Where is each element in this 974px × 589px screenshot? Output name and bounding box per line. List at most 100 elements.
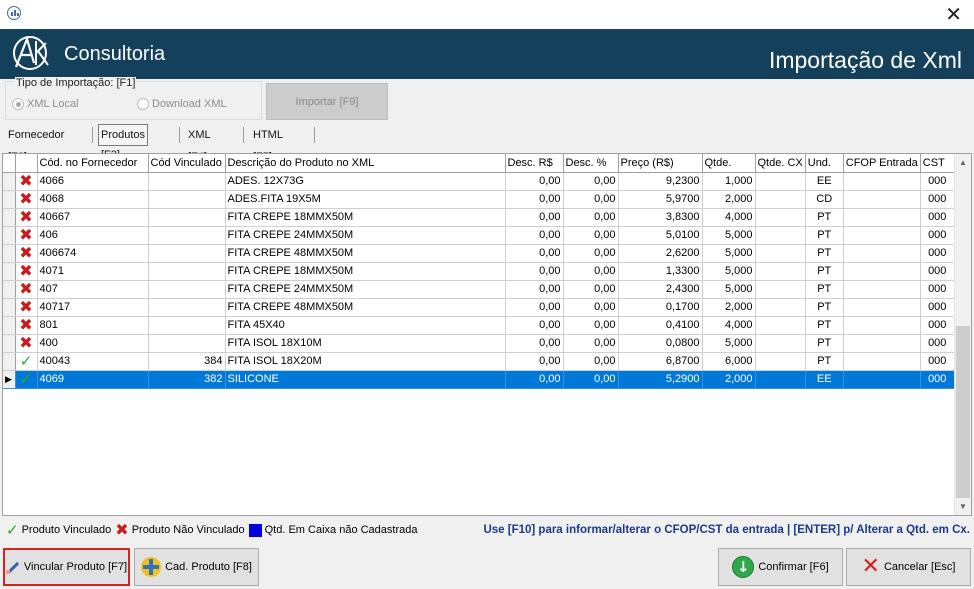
cell-preco[interactable]: 3,8300 [618, 208, 703, 227]
cell-cod-fornecedor[interactable]: 4068 [37, 190, 149, 209]
cell-cfop[interactable] [843, 172, 921, 191]
cell-descricao[interactable]: ADES.FITA 19X5M [225, 190, 506, 209]
cell-preco[interactable]: 2,4300 [618, 280, 703, 299]
cell-cod-fornecedor[interactable]: 406674 [37, 244, 149, 263]
cell-cod-fornecedor[interactable]: 40043 [37, 352, 149, 371]
close-window-icon[interactable]: ✕ [945, 2, 962, 26]
table-row[interactable]: ✖ 40667 FITA CREPE 18MMX50M 0,00 0,00 3,8300 4… [3, 208, 955, 227]
cell-qtde-cx[interactable] [755, 370, 806, 389]
cell-descricao[interactable]: FITA CREPE 18MMX50M [225, 262, 506, 281]
cell-descricao[interactable]: FITA CREPE 48MMX50M [225, 244, 506, 263]
cell-cod-fornecedor[interactable]: 400 [37, 334, 149, 353]
cell-cst[interactable]: 000 [920, 226, 955, 245]
cell-cst[interactable]: 000 [920, 352, 955, 371]
cell-und[interactable]: PT [805, 334, 844, 353]
cell-qtde-cx[interactable] [755, 280, 806, 299]
cell-qtde-cx[interactable] [755, 316, 806, 335]
radio-download-xml[interactable]: Download XML [137, 98, 227, 110]
column-header-cfop[interactable]: CFOP Entrada [843, 154, 921, 173]
row-indicator[interactable] [3, 262, 16, 281]
cell-preco[interactable]: 1,3300 [618, 262, 703, 281]
row-indicator[interactable] [3, 172, 16, 191]
cell-cst[interactable]: 000 [920, 334, 955, 353]
cell-desc-rs[interactable]: 0,00 [505, 370, 564, 389]
cell-desc-rs[interactable]: 0,00 [505, 226, 564, 245]
cell-desc-pct[interactable]: 0,00 [563, 244, 619, 263]
cell-und[interactable]: PT [805, 298, 844, 317]
cell-cod-fornecedor[interactable]: 40717 [37, 298, 149, 317]
tab-fornecedor[interactable]: Fornecedor [F2] [6, 124, 66, 163]
cell-cst[interactable]: 000 [920, 244, 955, 263]
table-row[interactable]: ✖ 407 FITA CREPE 24MMX50M 0,00 0,00 2,4300 5,0… [3, 280, 955, 299]
row-indicator[interactable] [3, 244, 16, 263]
link-product-button[interactable]: Vincular Produto [F7] [3, 548, 130, 586]
column-header-descricao[interactable]: Descrição do Produto no XML [225, 154, 506, 173]
cell-descricao[interactable]: FITA CREPE 24MMX50M [225, 280, 506, 299]
cell-descricao[interactable]: FITA ISOL 18X20M [225, 352, 506, 371]
cell-cst[interactable]: 000 [920, 262, 955, 281]
cell-desc-rs[interactable]: 0,00 [505, 352, 564, 371]
cell-cod-fornecedor[interactable]: 406 [37, 226, 149, 245]
cell-und[interactable]: PT [805, 244, 844, 263]
cell-cod-fornecedor[interactable]: 40667 [37, 208, 149, 227]
cell-cfop[interactable] [843, 352, 921, 371]
cell-cod-vinculado[interactable] [148, 334, 226, 353]
cell-qtde[interactable]: 5,000 [702, 334, 756, 353]
column-header-qtde-cx[interactable]: Qtde. CX [755, 154, 806, 173]
tab-xml[interactable]: XML [F4] [186, 124, 212, 163]
cell-desc-rs[interactable]: 0,00 [505, 262, 564, 281]
row-indicator[interactable] [3, 334, 16, 353]
scroll-up-arrow-icon[interactable]: ▲ [955, 154, 971, 171]
cell-descricao[interactable]: FITA CREPE 48MMX50M [225, 298, 506, 317]
cell-cod-vinculado[interactable] [148, 262, 226, 281]
cell-qtde[interactable]: 5,000 [702, 262, 756, 281]
cell-cod-vinculado[interactable] [148, 316, 226, 335]
cell-cod-vinculado[interactable]: 384 [148, 352, 226, 371]
register-product-button[interactable]: Cad. Produto [F8] [134, 548, 259, 586]
cell-qtde-cx[interactable] [755, 352, 806, 371]
cell-desc-pct[interactable]: 0,00 [563, 172, 619, 191]
column-header-desc-rs[interactable]: Desc. R$ [505, 154, 564, 173]
cell-cod-fornecedor[interactable]: 4069 [37, 370, 149, 389]
cell-und[interactable]: EE [805, 370, 844, 389]
cell-qtde[interactable]: 6,000 [702, 352, 756, 371]
cell-desc-pct[interactable]: 0,00 [563, 226, 619, 245]
row-indicator[interactable] [3, 190, 16, 209]
cell-desc-rs[interactable]: 0,00 [505, 334, 564, 353]
column-header-qtde[interactable]: Qtde. [702, 154, 756, 173]
cell-cst[interactable]: 000 [920, 298, 955, 317]
cell-cod-fornecedor[interactable]: 4071 [37, 262, 149, 281]
cell-qtde-cx[interactable] [755, 190, 806, 209]
row-indicator[interactable] [3, 208, 16, 227]
cell-cod-vinculado[interactable] [148, 172, 226, 191]
cell-cfop[interactable] [843, 208, 921, 227]
cell-status[interactable]: ✖ [15, 244, 38, 263]
cell-cfop[interactable] [843, 298, 921, 317]
cell-status[interactable]: ✖ [15, 172, 38, 191]
cell-status[interactable]: ✓ [15, 352, 38, 371]
cell-cod-vinculado[interactable] [148, 208, 226, 227]
cell-cst[interactable]: 000 [920, 208, 955, 227]
cell-descricao[interactable]: FITA ISOL 18X10M [225, 334, 506, 353]
cancel-button[interactable]: ✕ Cancelar [Esc] [846, 548, 971, 586]
cell-preco[interactable]: 5,0100 [618, 226, 703, 245]
row-indicator[interactable] [3, 280, 16, 299]
cell-und[interactable]: PT [805, 316, 844, 335]
cell-cfop[interactable] [843, 316, 921, 335]
cell-status[interactable]: ✖ [15, 190, 38, 209]
cell-cst[interactable]: 000 [920, 172, 955, 191]
cell-und[interactable]: CD [805, 190, 844, 209]
cell-desc-pct[interactable]: 0,00 [563, 208, 619, 227]
cell-cst[interactable]: 000 [920, 370, 955, 389]
column-header-status[interactable] [15, 154, 38, 173]
cell-status[interactable]: ✓ [15, 370, 38, 389]
table-row[interactable]: ✖ 406674 FITA CREPE 48MMX50M 0,00 0,00 2,6200… [3, 244, 955, 263]
radio-xml-local[interactable]: XML Local [12, 98, 79, 110]
cell-preco[interactable]: 0,4100 [618, 316, 703, 335]
cell-status[interactable]: ✖ [15, 298, 38, 317]
cell-desc-pct[interactable]: 0,00 [563, 298, 619, 317]
table-row[interactable]: ✖ 4066 ADES. 12X73G 0,00 0,00 9,2300 1,000 EE 00… [3, 172, 955, 191]
cell-qtde[interactable]: 2,000 [702, 190, 756, 209]
cell-qtde-cx[interactable] [755, 298, 806, 317]
cell-descricao[interactable]: SILICONE [225, 370, 506, 389]
